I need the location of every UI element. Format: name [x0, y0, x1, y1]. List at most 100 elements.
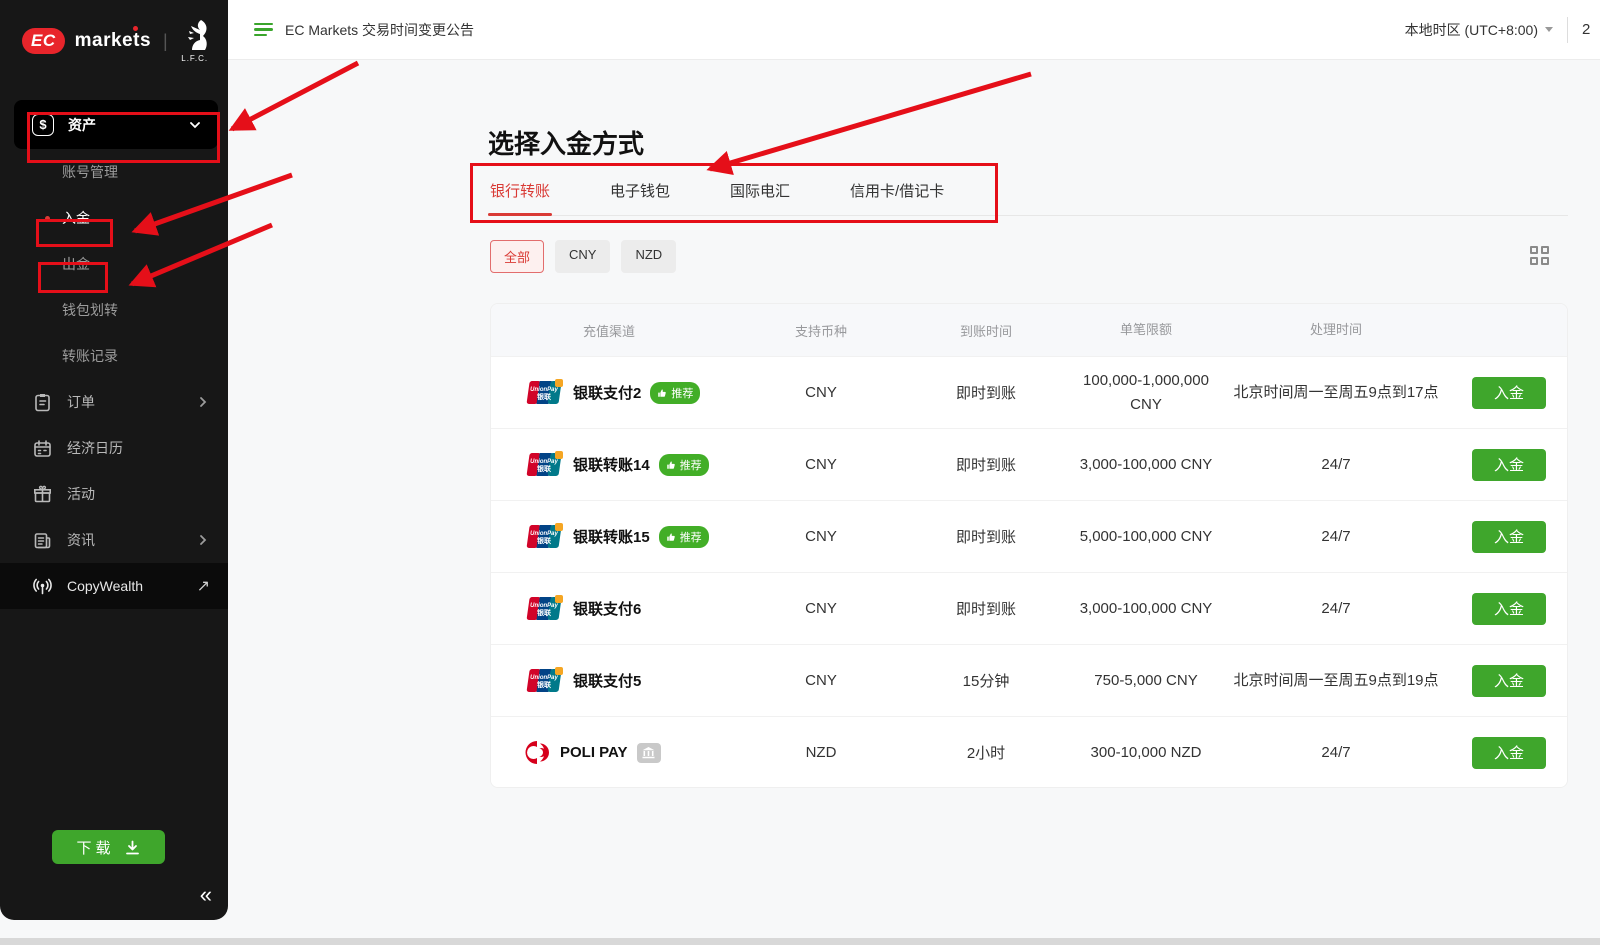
lfc-logo: L.F.C.: [180, 19, 210, 63]
sidebar-item-economic-calendar[interactable]: 经济日历: [0, 425, 228, 471]
clipboard-icon: [32, 392, 53, 413]
announcement-link[interactable]: EC Markets 交易时间变更公告: [254, 20, 474, 40]
svg-text:银联: 银联: [537, 608, 552, 617]
chevron-right-icon: [196, 533, 210, 547]
filter-all[interactable]: 全部: [490, 240, 544, 273]
channel-name: 银联转账15: [573, 526, 650, 547]
poli-logo-icon: [524, 739, 551, 766]
action-cell: 入金: [1451, 593, 1567, 625]
hours-cell: 24/7: [1221, 526, 1451, 548]
channel-name: 银联转账14: [573, 454, 650, 475]
header-hours: 处理时间: [1221, 321, 1451, 340]
deposit-button[interactable]: 入金: [1472, 737, 1546, 769]
limit-cell: 5,000-100,000 CNY: [1071, 525, 1221, 548]
tab-ewallet[interactable]: 电子钱包: [608, 170, 672, 215]
sidebar-item-copywealth[interactable]: CopyWealth ↗: [0, 563, 228, 609]
grid-view-icon[interactable]: [1530, 246, 1552, 268]
recommend-badge: 推荐: [659, 526, 709, 548]
svg-text:银联: 银联: [537, 464, 552, 473]
external-link-icon: ↗: [197, 576, 210, 596]
deposit-button[interactable]: 入金: [1472, 521, 1546, 553]
limit-cell: 100,000-1,000,000 CNY: [1071, 369, 1221, 416]
download-button[interactable]: 下载: [52, 830, 165, 864]
deposit-button[interactable]: 入金: [1472, 665, 1546, 697]
collapse-sidebar-icon[interactable]: «: [200, 882, 212, 908]
sidebar-item-wallet-transfer[interactable]: 钱包划转: [0, 287, 228, 333]
sidebar-item-transfer-records[interactable]: 转账记录: [0, 333, 228, 379]
thumb-up-icon: [666, 532, 676, 542]
sidebar-item-label: 入金: [62, 208, 90, 228]
gift-icon: [32, 484, 53, 505]
arrival-cell: 即时到账: [901, 526, 1071, 547]
currency-cell: CNY: [741, 672, 901, 689]
recommend-badge-label: 推荐: [680, 457, 702, 473]
sidebar-item-assets[interactable]: $ 资产: [14, 100, 218, 149]
download-icon: [124, 839, 141, 856]
limit-cell: 750-5,000 CNY: [1071, 669, 1221, 692]
tab-credit-debit-card[interactable]: 信用卡/借记卡: [848, 170, 946, 215]
arrival-cell: 2小时: [901, 742, 1071, 763]
bottom-strip: [0, 938, 1600, 945]
sidebar-item-label: 资讯: [67, 530, 196, 550]
ec-logo-wordmark: markets: [75, 30, 151, 52]
deposit-button[interactable]: 入金: [1472, 449, 1546, 481]
arrival-cell: 15分钟: [901, 670, 1071, 691]
table-row: UnionPay 银联 银联转账14 推荐 CNY 即时到账 3,000-100…: [491, 428, 1567, 500]
table-row: UnionPay 银联 银联支付6 CNY 即时到账 3,000-100,000…: [491, 572, 1567, 644]
header-currency: 支持币种: [741, 321, 901, 340]
sidebar-item-account-mgmt[interactable]: 账号管理: [0, 149, 228, 195]
table-row: UnionPay 银联 POLI PAY NZD 2小时 300-10,000 …: [491, 716, 1567, 788]
filter-cny[interactable]: CNY: [555, 240, 610, 273]
calendar-icon: [32, 438, 53, 459]
svg-text:UnionPay: UnionPay: [530, 459, 558, 465]
currency-cell: CNY: [741, 456, 901, 473]
svg-text:银联: 银联: [537, 536, 552, 545]
topbar-right: 本地时区 (UTC+8:00) 2: [1405, 17, 1600, 43]
active-dot: [45, 216, 50, 221]
sidebar: EC markets | L.F.C. $ 资产 账号管理 入金 出金 钱包划转…: [0, 0, 228, 920]
dollar-icon: $: [32, 114, 54, 136]
header-arrival: 到账时间: [901, 321, 1071, 340]
deposit-method-tabs: 银行转账 电子钱包 国际电汇 信用卡/借记卡: [488, 170, 1568, 216]
filter-nzd[interactable]: NZD: [621, 240, 676, 273]
channel-cell: UnionPay 银联 银联支付2 推荐: [491, 379, 741, 406]
chevron-right-icon: [196, 395, 210, 409]
announcement-icon: [254, 23, 273, 37]
timezone-selector[interactable]: 本地时区 (UTC+8:00): [1405, 20, 1553, 40]
tab-bank-transfer[interactable]: 银行转账: [488, 170, 552, 215]
sidebar-item-news[interactable]: 资讯: [0, 517, 228, 563]
action-cell: 入金: [1451, 377, 1567, 409]
deposit-button[interactable]: 入金: [1472, 593, 1546, 625]
sidebar-item-label: 经济日历: [67, 438, 210, 458]
sidebar-item-withdraw[interactable]: 出金: [0, 241, 228, 287]
header-limit: 单笔限额: [1071, 320, 1221, 340]
currency-cell: CNY: [741, 384, 901, 401]
topbar-divider: [1567, 17, 1568, 43]
channel-cell: UnionPay 银联 银联转账14 推荐: [491, 451, 741, 478]
page-title: 选择入金方式: [488, 124, 644, 161]
tab-international-wire[interactable]: 国际电汇: [728, 170, 792, 215]
sidebar-item-orders[interactable]: 订单: [0, 379, 228, 425]
svg-text:银联: 银联: [537, 680, 552, 689]
thumb-up-icon: [666, 460, 676, 470]
table-row: UnionPay 银联 银联支付2 推荐 CNY 即时到账 100,000-1,…: [491, 356, 1567, 428]
currency-filters: 全部 CNY NZD: [490, 240, 676, 273]
channel-name: 银联支付2: [573, 382, 641, 403]
hours-cell: 北京时间周一至周五9点到19点: [1221, 670, 1451, 692]
deposit-button[interactable]: 入金: [1472, 377, 1546, 409]
arrival-cell: 即时到账: [901, 598, 1071, 619]
unionpay-logo-icon: UnionPay 银联: [524, 523, 564, 550]
limit-cell: 3,000-100,000 CNY: [1071, 453, 1221, 476]
sidebar-item-label: 订单: [67, 392, 196, 412]
channel-cell: UnionPay 银联 POLI PAY: [491, 739, 741, 766]
sidebar-item-deposit[interactable]: 入金: [0, 195, 228, 241]
action-cell: 入金: [1451, 737, 1567, 769]
news-icon: [32, 530, 53, 551]
currency-cell: CNY: [741, 528, 901, 545]
svg-text:UnionPay: UnionPay: [530, 675, 558, 681]
announcement-text: EC Markets 交易时间变更公告: [285, 20, 474, 40]
unionpay-logo-icon: UnionPay 银联: [524, 379, 564, 406]
sidebar-item-activities[interactable]: 活动: [0, 471, 228, 517]
sidebar-item-label: CopyWealth: [67, 578, 197, 594]
currency-cell: NZD: [741, 744, 901, 761]
